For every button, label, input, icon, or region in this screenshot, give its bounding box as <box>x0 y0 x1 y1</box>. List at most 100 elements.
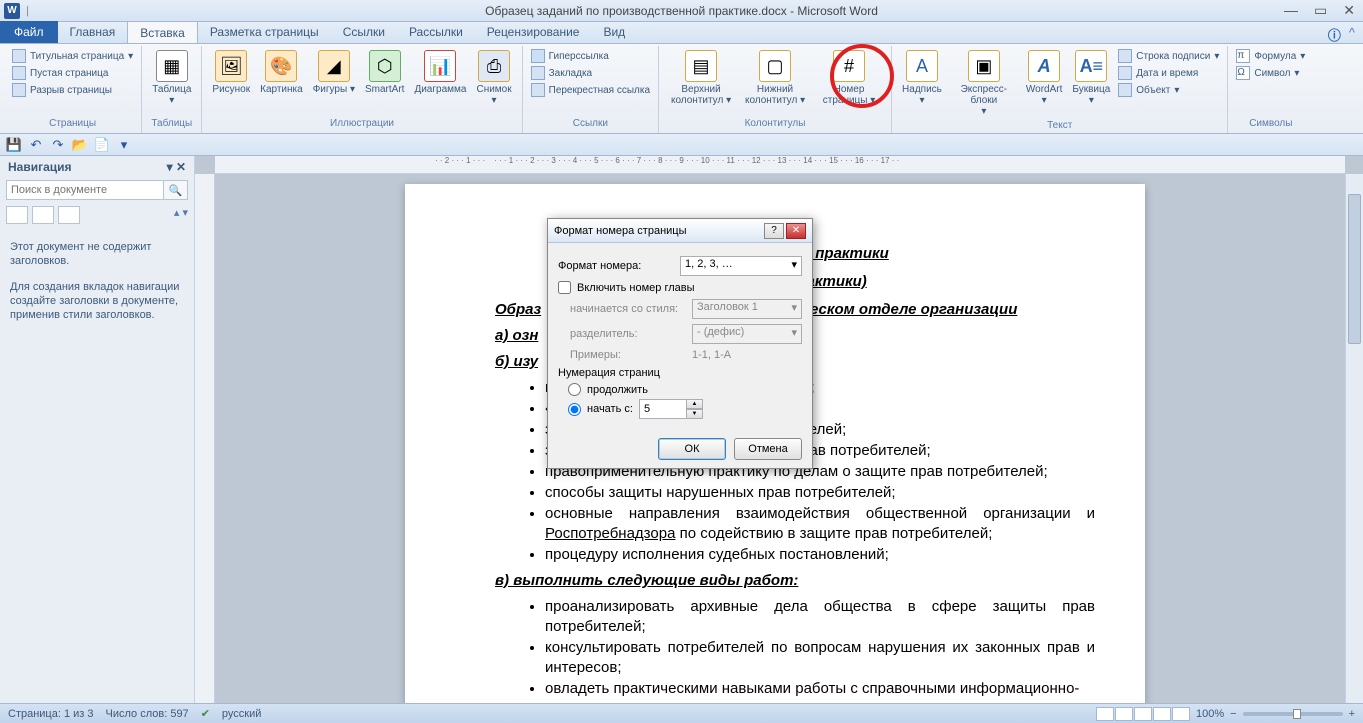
bookmark-icon <box>531 66 545 80</box>
nav-tab-pages[interactable] <box>32 206 54 224</box>
shapes-button[interactable]: ◢Фигуры ▾ <box>309 48 359 117</box>
spinner-up-icon[interactable]: ▲ <box>687 399 703 409</box>
smartart-icon: ⬡ <box>369 50 401 82</box>
dropcap-button[interactable]: A≡Буквица▾ <box>1068 48 1114 119</box>
symbol-button[interactable]: ΩСимвол ▾ <box>1234 65 1307 81</box>
textbox-button[interactable]: AНадпись▾ <box>898 48 946 119</box>
smartart-button[interactable]: ⬡SmartArt <box>361 48 408 117</box>
status-page[interactable]: Страница: 1 из 3 <box>8 708 94 720</box>
minimize-icon[interactable]: — <box>1280 2 1302 19</box>
blank-page-icon <box>12 66 26 80</box>
picture-button[interactable]: 🖼Рисунок <box>208 48 254 117</box>
page-break-button[interactable]: Разрыв страницы <box>10 82 135 98</box>
status-words[interactable]: Число слов: 597 <box>106 708 189 720</box>
dialog-help-icon[interactable]: ? <box>764 223 784 239</box>
nav-tab-headings[interactable] <box>6 206 28 224</box>
datetime-icon <box>1118 66 1132 80</box>
table-button[interactable]: ▦Таблица▾ <box>148 48 195 117</box>
chart-button[interactable]: 📊Диаграмма <box>410 48 470 117</box>
titlebar: W | Образец заданий по производственной … <box>0 0 1363 22</box>
view-draft-icon[interactable] <box>1172 707 1190 721</box>
start-at-input[interactable] <box>639 399 687 419</box>
spinner-down-icon[interactable]: ▼ <box>687 409 703 419</box>
zoom-value[interactable]: 100% <box>1196 708 1224 720</box>
crossref-button[interactable]: Перекрестная ссылка <box>529 82 652 98</box>
view-read-icon[interactable] <box>1115 707 1133 721</box>
wordart-button[interactable]: AWordArt▾ <box>1022 48 1067 119</box>
tab-review[interactable]: Рецензирование <box>475 21 592 43</box>
zoom-out-icon[interactable]: − <box>1230 708 1236 720</box>
window-controls: — ▭ ✕ <box>1280 2 1359 19</box>
object-button[interactable]: Объект ▾ <box>1116 82 1221 98</box>
examples-label: Примеры: <box>558 349 686 361</box>
clipart-icon: 🎨 <box>265 50 297 82</box>
view-outline-icon[interactable] <box>1153 707 1171 721</box>
group-links: Гиперссылка Закладка Перекрестная ссылка… <box>523 46 659 133</box>
continue-radio[interactable] <box>568 383 581 396</box>
redo-icon[interactable]: ↷ <box>50 137 66 153</box>
collapse-ribbon-icon[interactable]: ^ <box>1349 25 1355 44</box>
save-icon[interactable]: 💾 <box>6 137 22 153</box>
nav-close-icon[interactable]: ✕ <box>176 160 186 174</box>
scrollbar-vertical[interactable] <box>1345 174 1363 703</box>
zoom-in-icon[interactable]: + <box>1349 708 1355 720</box>
ok-button[interactable]: ОК <box>658 438 726 460</box>
ruler-horizontal[interactable]: · · 2 · · · 1 · · · · · · 1 · · · 2 · · … <box>215 156 1345 174</box>
hyperlink-button[interactable]: Гиперссылка <box>529 48 652 64</box>
open-icon[interactable]: 📂 <box>72 137 88 153</box>
nav-body: Этот документ не содержит заголовков. Дл… <box>0 228 194 334</box>
nav-tabs: ▴ ▾ <box>0 202 194 228</box>
start-at-label: начать с: <box>587 403 633 415</box>
format-combo[interactable]: 1, 2, 3, …▾ <box>680 256 802 276</box>
ribbon: Титульная страница ▾ Пустая страница Раз… <box>0 44 1363 134</box>
pagenumber-button[interactable]: #Номер страницы ▾ <box>813 48 885 117</box>
tab-mail[interactable]: Рассылки <box>397 21 475 43</box>
start-at-radio[interactable] <box>568 403 581 416</box>
nav-header: Навигация ▾ ✕ <box>0 156 194 178</box>
tab-refs[interactable]: Ссылки <box>331 21 397 43</box>
tab-view[interactable]: Вид <box>591 21 637 43</box>
status-proof-icon[interactable]: ✔ <box>201 707 210 720</box>
nav-dropdown-icon[interactable]: ▾ <box>167 160 173 174</box>
textbox-icon: A <box>906 50 938 82</box>
search-input[interactable] <box>6 180 164 200</box>
close-icon[interactable]: ✕ <box>1339 2 1359 19</box>
tab-layout[interactable]: Разметка страницы <box>198 21 331 43</box>
clipart-button[interactable]: 🎨Картинка <box>256 48 307 117</box>
cover-page-button[interactable]: Титульная страница ▾ <box>10 48 135 64</box>
view-web-icon[interactable] <box>1134 707 1152 721</box>
dialog-titlebar[interactable]: Формат номера страницы ? ✕ <box>548 219 812 243</box>
ruler-vertical[interactable] <box>195 174 215 703</box>
signature-button[interactable]: Строка подписи ▾ <box>1116 48 1221 64</box>
quickparts-icon: ▣ <box>968 50 1000 82</box>
search-icon[interactable]: 🔍 <box>164 180 188 200</box>
start-at-spinner: ▲▼ <box>639 399 703 419</box>
header-button[interactable]: ▤Верхний колонтитул ▾ <box>665 48 737 117</box>
tab-insert[interactable]: Вставка <box>127 21 198 43</box>
continue-label: продолжить <box>587 384 648 396</box>
new-icon[interactable]: 📄 <box>94 137 110 153</box>
bookmark-button[interactable]: Закладка <box>529 65 652 81</box>
nav-tab-results[interactable] <box>58 206 80 224</box>
footer-button[interactable]: ▢Нижний колонтитул ▾ <box>739 48 811 117</box>
equation-button[interactable]: πФормула ▾ <box>1234 48 1307 64</box>
screenshot-button[interactable]: ⎙Снимок▾ <box>472 48 515 117</box>
file-tab[interactable]: Файл <box>0 21 58 43</box>
scroll-thumb[interactable] <box>1348 194 1361 344</box>
quickparts-button[interactable]: ▣Экспресс-блоки▾ <box>948 48 1020 119</box>
maximize-icon[interactable]: ▭ <box>1310 2 1331 19</box>
blank-page-button[interactable]: Пустая страница <box>10 65 135 81</box>
help-icon[interactable]: ⓘ <box>1328 25 1341 44</box>
cancel-button[interactable]: Отмена <box>734 438 802 460</box>
include-chapter-checkbox[interactable] <box>558 281 571 294</box>
qat-dropdown-icon[interactable]: ▾ <box>116 137 132 153</box>
tab-home[interactable]: Главная <box>58 21 128 43</box>
datetime-button[interactable]: Дата и время <box>1116 65 1221 81</box>
navigation-pane: Навигация ▾ ✕ 🔍 ▴ ▾ Этот документ не сод… <box>0 156 195 703</box>
zoom-slider[interactable] <box>1243 712 1343 716</box>
dialog-close-icon[interactable]: ✕ <box>786 223 806 239</box>
status-lang[interactable]: русский <box>222 708 261 720</box>
zoom-handle[interactable] <box>1293 709 1301 719</box>
view-print-icon[interactable] <box>1096 707 1114 721</box>
undo-icon[interactable]: ↶ <box>28 137 44 153</box>
